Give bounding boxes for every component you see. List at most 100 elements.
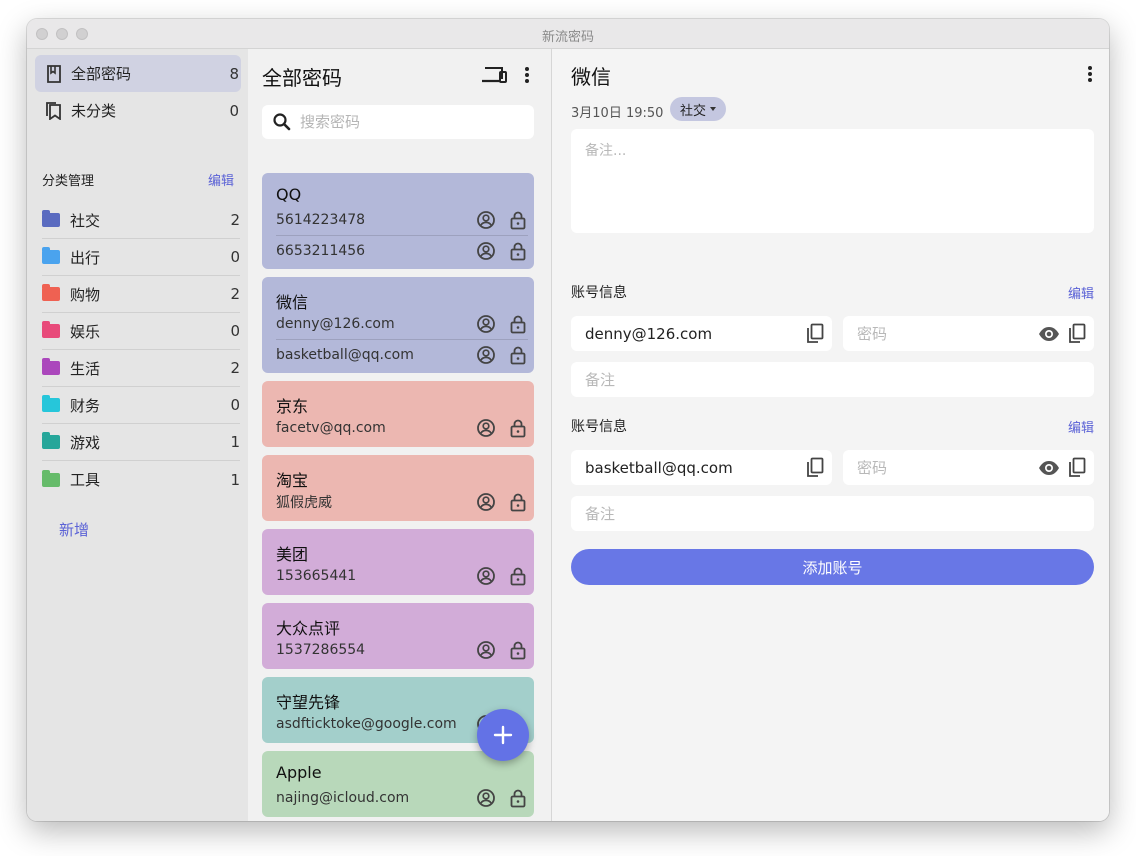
card-title: QQ <box>276 185 302 204</box>
edit-account-button[interactable]: 编辑 <box>1068 417 1094 436</box>
password-field <box>843 316 1094 351</box>
user-icon[interactable] <box>476 640 496 660</box>
password-card[interactable]: 美团 153665441 <box>262 529 534 595</box>
note-input[interactable] <box>571 129 1094 233</box>
user-icon[interactable] <box>476 418 496 438</box>
folder-icon <box>42 432 60 449</box>
password-card[interactable]: Apple najing@icloud.com <box>262 751 534 817</box>
copy-icon[interactable] <box>804 323 826 345</box>
more-vertical-icon[interactable] <box>523 66 531 84</box>
account-note-input[interactable] <box>585 370 1094 389</box>
category-count: 0 <box>230 248 240 266</box>
card-account-row[interactable]: 狐假虎威 <box>276 487 528 517</box>
eye-icon[interactable] <box>1038 323 1060 345</box>
add-account-button[interactable]: 添加账号 <box>571 549 1094 585</box>
account-info-title: 账号信息 <box>571 419 627 435</box>
sidebar-category-item[interactable]: 生活 2 <box>42 350 240 387</box>
copy-icon[interactable] <box>1066 323 1088 345</box>
category-count: 1 <box>230 433 240 451</box>
password-field <box>843 450 1094 485</box>
search-input[interactable] <box>300 113 520 131</box>
card-account-username: 1537286554 <box>276 642 366 658</box>
user-icon[interactable] <box>476 241 496 261</box>
lock-icon[interactable] <box>508 314 528 334</box>
lock-icon[interactable] <box>508 788 528 808</box>
search-icon <box>272 112 292 132</box>
user-icon[interactable] <box>476 345 496 365</box>
card-account-row[interactable]: 6653211456 <box>276 235 528 265</box>
add-password-button[interactable] <box>477 709 529 761</box>
card-account-username: basketball@qq.com <box>276 346 414 363</box>
category-count: 0 <box>230 322 240 340</box>
lock-icon[interactable] <box>508 492 528 512</box>
card-account-row[interactable]: basketball@qq.com <box>276 339 528 369</box>
lock-icon[interactable] <box>508 418 528 438</box>
sidebar-item-uncategorized[interactable]: 未分类 0 <box>35 92 241 129</box>
password-card[interactable]: QQ 5614223478 6653211456 <box>262 173 534 269</box>
title-bar: 新流密码 <box>27 19 1109 49</box>
sidebar-category-item[interactable]: 购物 2 <box>42 276 240 313</box>
card-account-row[interactable]: 1537286554 <box>276 635 528 665</box>
user-icon[interactable] <box>476 210 496 230</box>
add-category-button[interactable]: 新增 <box>59 519 89 540</box>
detail-date: 3月10日 19:50 <box>571 106 664 121</box>
more-vertical-icon[interactable] <box>1086 65 1094 83</box>
category-label: 工具 <box>70 471 101 489</box>
username-input[interactable] <box>585 458 804 477</box>
lock-icon[interactable] <box>508 566 528 586</box>
category-label: 财务 <box>70 396 101 415</box>
lock-icon[interactable] <box>508 345 528 365</box>
detail-title: 微信 <box>571 65 611 89</box>
sidebar-category-item[interactable]: 娱乐 0 <box>42 313 240 350</box>
category-label: 出行 <box>70 248 101 267</box>
card-account-row[interactable]: facetv@qq.com <box>276 413 528 443</box>
card-account-row[interactable]: najing@icloud.com <box>276 783 528 813</box>
sidebar-category-item[interactable]: 游戏 1 <box>42 424 240 461</box>
sidebar-category-item[interactable]: 出行 0 <box>42 239 240 276</box>
sidebar-item-all-passwords[interactable]: 全部密码 8 <box>35 55 241 92</box>
password-list-pane: 全部密码 QQ56142234786653211456微信denny@126.c… <box>248 49 552 821</box>
sidebar-item-label: 全部密码 <box>71 65 132 83</box>
lock-icon[interactable] <box>508 210 528 230</box>
account-info-header: 账号信息 编辑 <box>571 282 1094 302</box>
category-section-header: 分类管理 编辑 <box>42 169 234 189</box>
card-account-row[interactable]: 153665441 <box>276 561 528 591</box>
password-input[interactable] <box>857 458 1038 477</box>
password-card[interactable]: 京东 facetv@qq.com <box>262 381 534 447</box>
password-input[interactable] <box>857 324 1038 343</box>
card-account-username: denny@126.com <box>276 316 395 332</box>
password-card[interactable]: 淘宝 狐假虎威 <box>262 455 534 521</box>
password-card[interactable]: 大众点评 1537286554 <box>262 603 534 669</box>
edit-account-button[interactable]: 编辑 <box>1068 283 1094 302</box>
app-window: 新流密码 全部密码 8 未分类 0 分类管理 编辑 社交 2 出行 0 购物 2 娱乐 0 生活… <box>27 19 1109 821</box>
sidebar-item-count: 8 <box>229 64 239 83</box>
bookmarks-icon <box>45 101 63 120</box>
devices-icon[interactable] <box>481 65 509 85</box>
category-label: 购物 <box>70 285 101 304</box>
account-info-header: 账号信息 编辑 <box>571 416 1094 436</box>
card-account-row[interactable]: 5614223478 <box>276 205 528 235</box>
user-icon[interactable] <box>476 566 496 586</box>
sidebar-category-item[interactable]: 工具 1 <box>42 461 240 498</box>
password-card[interactable]: 微信 denny@126.com basketball@qq.com <box>262 277 534 373</box>
user-icon[interactable] <box>476 788 496 808</box>
sidebar-item-count: 0 <box>229 101 239 120</box>
card-account-row[interactable]: denny@126.com <box>276 309 528 339</box>
username-input[interactable] <box>585 324 804 343</box>
copy-icon[interactable] <box>804 457 826 479</box>
lock-icon[interactable] <box>508 640 528 660</box>
user-icon[interactable] <box>476 492 496 512</box>
card-account-username: 6653211456 <box>276 242 366 259</box>
sidebar-category-item[interactable]: 财务 0 <box>42 387 240 424</box>
lock-icon[interactable] <box>508 241 528 261</box>
copy-icon[interactable] <box>1066 457 1088 479</box>
sidebar: 全部密码 8 未分类 0 分类管理 编辑 社交 2 出行 0 购物 2 娱乐 0 生活 2 财务 0 游… <box>27 49 248 821</box>
sidebar-category-item[interactable]: 社交 2 <box>42 202 240 239</box>
account-note-input[interactable] <box>585 504 1094 523</box>
edit-categories-button[interactable]: 编辑 <box>208 170 234 189</box>
eye-icon[interactable] <box>1038 457 1060 479</box>
folder-icon <box>42 247 60 264</box>
card-account-username: 153665441 <box>276 568 357 584</box>
user-icon[interactable] <box>476 314 496 334</box>
category-tag-dropdown[interactable]: 社交 <box>670 97 727 121</box>
